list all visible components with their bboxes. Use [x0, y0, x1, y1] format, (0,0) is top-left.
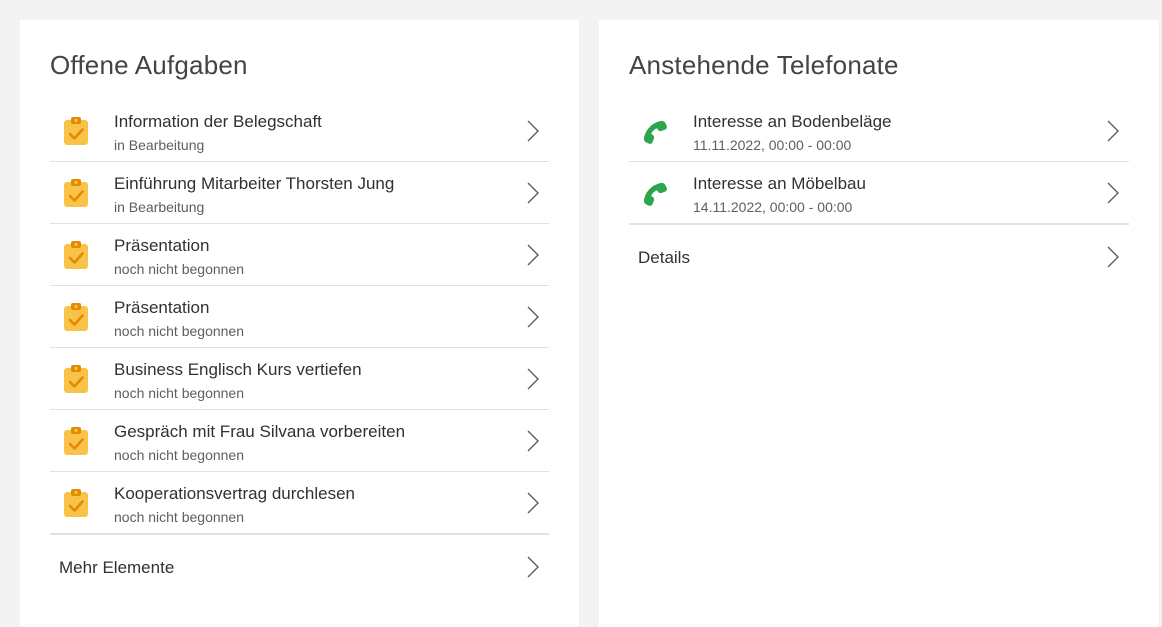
clipboard-check-icon [64, 117, 88, 145]
task-item[interactable]: Präsentation noch nicht begonnen [50, 224, 549, 286]
phone-icon [643, 120, 667, 144]
task-item[interactable]: Business Englisch Kurs vertiefen noch ni… [50, 348, 549, 410]
task-title: Information der Belegschaft [114, 112, 322, 131]
task-status: in Bearbeitung [114, 137, 205, 153]
clipboard-check-icon [64, 489, 88, 517]
call-title: Interesse an Bodenbeläge [693, 112, 892, 131]
task-status: noch nicht begonnen [114, 447, 244, 463]
more-items-link[interactable]: Mehr Elemente [50, 534, 549, 600]
clipboard-check-icon [64, 241, 88, 269]
chevron-right-icon [527, 430, 539, 452]
chevron-right-icon [527, 492, 539, 514]
details-label: Details [638, 248, 690, 267]
task-status: noch nicht begonnen [114, 261, 244, 277]
call-item[interactable]: Interesse an Möbelbau 14.11.2022, 00:00 … [629, 162, 1129, 224]
task-status: noch nicht begonnen [114, 509, 244, 525]
more-items-label: Mehr Elemente [59, 558, 175, 577]
task-title: Präsentation [114, 236, 210, 255]
task-title: Einführung Mitarbeiter Thorsten Jung [114, 174, 395, 193]
task-item[interactable]: Einführung Mitarbeiter Thorsten Jung in … [50, 162, 549, 224]
chevron-right-icon [1107, 120, 1119, 142]
task-status: noch nicht begonnen [114, 385, 244, 401]
task-item[interactable]: Gespräch mit Frau Silvana vorbereiten no… [50, 410, 549, 472]
chevron-right-icon [527, 556, 539, 578]
call-list: Interesse an Bodenbeläge 11.11.2022, 00:… [629, 100, 1129, 290]
clipboard-check-icon [64, 427, 88, 455]
call-title: Interesse an Möbelbau [693, 174, 866, 193]
clipboard-check-icon [64, 365, 88, 393]
call-time: 14.11.2022, 00:00 - 00:00 [693, 199, 853, 215]
task-title: Business Englisch Kurs vertiefen [114, 360, 362, 379]
task-title: Präsentation [114, 298, 210, 317]
upcoming-calls-panel: Anstehende Telefonate Interesse an Boden… [599, 20, 1159, 627]
task-status: in Bearbeitung [114, 199, 205, 215]
chevron-right-icon [1107, 246, 1119, 268]
chevron-right-icon [527, 306, 539, 328]
task-list: Information der Belegschaft in Bearbeitu… [50, 100, 549, 600]
call-item[interactable]: Interesse an Bodenbeläge 11.11.2022, 00:… [629, 100, 1129, 162]
dashboard: Offene Aufgaben Information der Belegsch… [0, 0, 1162, 627]
clipboard-check-icon [64, 179, 88, 207]
chevron-right-icon [527, 182, 539, 204]
upcoming-calls-title: Anstehende Telefonate [629, 50, 899, 80]
task-title: Kooperationsvertrag durchlesen [114, 484, 355, 503]
task-status: noch nicht begonnen [114, 323, 244, 339]
chevron-right-icon [1107, 182, 1119, 204]
task-title: Gespräch mit Frau Silvana vorbereiten [114, 422, 406, 441]
chevron-right-icon [527, 368, 539, 390]
task-item[interactable]: Kooperationsvertrag durchlesen noch nich… [50, 472, 549, 534]
chevron-right-icon [527, 244, 539, 266]
clipboard-check-icon [64, 303, 88, 331]
task-item[interactable]: Präsentation noch nicht begonnen [50, 286, 549, 348]
call-time: 11.11.2022, 00:00 - 00:00 [693, 137, 852, 153]
open-tasks-title: Offene Aufgaben [50, 50, 248, 80]
chevron-right-icon [527, 120, 539, 142]
details-link[interactable]: Details [629, 224, 1129, 290]
task-item[interactable]: Information der Belegschaft in Bearbeitu… [50, 100, 549, 162]
open-tasks-panel: Offene Aufgaben Information der Belegsch… [20, 20, 579, 627]
phone-icon [643, 182, 667, 206]
